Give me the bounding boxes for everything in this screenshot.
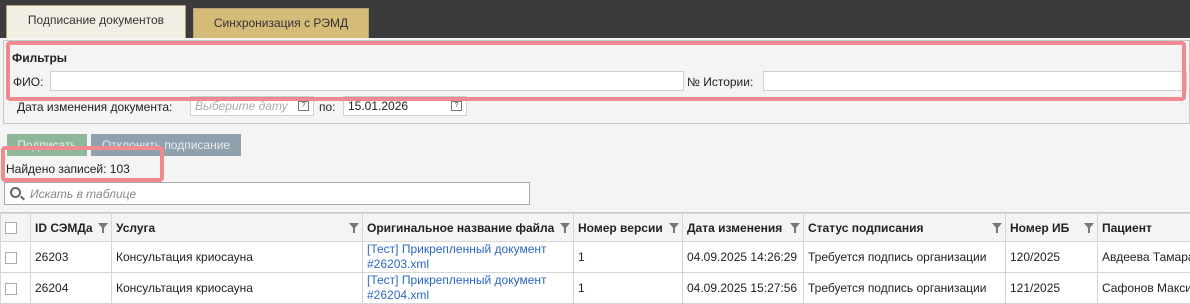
- table-row[interactable]: 26203 Консультация криосауна [Тест] Прик…: [1, 242, 1190, 273]
- main-panel: Фильтры ФИО: № Истории: Дата изменения д…: [0, 38, 1190, 302]
- search-placeholder: Искать в таблице: [30, 187, 136, 201]
- select-all-cell[interactable]: [1, 214, 31, 242]
- filter-icon[interactable]: [1084, 223, 1094, 229]
- cell-doc: [Тест] Прикрепленный документ #26203.xml: [363, 242, 574, 273]
- cell-version: 1: [574, 273, 683, 304]
- column-header[interactable]: Номер версии: [574, 214, 683, 242]
- tab-document-signing[interactable]: Подписание документов: [6, 5, 186, 38]
- filter-icon[interactable]: [560, 223, 570, 229]
- table-search[interactable]: Искать в таблице: [4, 182, 530, 205]
- column-header[interactable]: Номер ИБ: [1006, 214, 1098, 242]
- column-header-label: Статус подписания: [808, 221, 924, 235]
- documents-table: ID СЭМДа Услуга Оригинальное название фа…: [0, 212, 1190, 302]
- cell-patient: Авдеева Тамара: [1098, 242, 1190, 273]
- cell-date: 04.09.2025 15:27:56: [683, 273, 804, 304]
- column-header-label: Пациент: [1102, 221, 1152, 235]
- column-header[interactable]: Услуга: [112, 214, 363, 242]
- document-link[interactable]: [Тест] Прикрепленный документ #26204.xml: [367, 273, 547, 302]
- cell-service: Консультация криосауна: [112, 273, 363, 304]
- search-icon: [10, 187, 21, 198]
- filter-icon[interactable]: [790, 223, 800, 229]
- cell-ib: 121/2025: [1006, 273, 1098, 304]
- top-bar: Подписание документов Синхронизация с РЭ…: [0, 0, 1190, 38]
- cell-status: Требуется подпись организации: [804, 273, 1006, 304]
- column-header-label: Дата изменения: [687, 221, 782, 235]
- row-checkbox[interactable]: [5, 283, 17, 295]
- cell-id: 26204: [31, 273, 112, 304]
- row-select-cell[interactable]: [1, 273, 31, 304]
- cell-date: 04.09.2025 14:26:29: [683, 242, 804, 273]
- cell-ib: 120/2025: [1006, 242, 1098, 273]
- cell-version: 1: [574, 242, 683, 273]
- filter-icon[interactable]: [349, 223, 359, 229]
- cell-doc: [Тест] Прикрепленный документ #26204.xml: [363, 273, 574, 304]
- column-header[interactable]: ID СЭМДа: [31, 214, 112, 242]
- cell-service: Консультация криосауна: [112, 242, 363, 273]
- filter-icon[interactable]: [669, 223, 679, 229]
- document-link[interactable]: [Тест] Прикрепленный документ #26203.xml: [367, 242, 547, 271]
- highlight-box: [1, 146, 164, 182]
- calendar-icon[interactable]: ?: [451, 101, 462, 111]
- highlight-box: [6, 41, 1186, 101]
- table-row[interactable]: 26204 Консультация криосауна [Тест] Прик…: [1, 273, 1190, 304]
- row-checkbox[interactable]: [5, 252, 17, 264]
- cell-status: Требуется подпись организации: [804, 242, 1006, 273]
- column-header-label: Оригинальное название файла: [367, 221, 554, 235]
- cell-id: 26203: [31, 242, 112, 273]
- column-header[interactable]: Пациент: [1098, 214, 1190, 242]
- column-header-label: Номер ИБ: [1010, 221, 1069, 235]
- column-header[interactable]: Дата изменения: [683, 214, 804, 242]
- date-to-label: по:: [319, 100, 336, 114]
- column-header-label: Номер версии: [578, 221, 663, 235]
- calendar-icon[interactable]: ?: [298, 101, 309, 111]
- date-label: Дата изменения документа:: [17, 100, 172, 114]
- tab-remd-sync[interactable]: Синхронизация с РЭМД: [193, 8, 369, 38]
- date-to-value: 15.01.2026: [348, 99, 408, 113]
- column-header-label: ID СЭМДа: [35, 221, 93, 235]
- column-header-label: Услуга: [116, 221, 155, 235]
- date-from-placeholder: Выберите дату: [195, 99, 288, 113]
- filter-icon[interactable]: [98, 223, 108, 229]
- cell-patient: Сафонов Максим: [1098, 273, 1190, 304]
- table-header-row: ID СЭМДа Услуга Оригинальное название фа…: [1, 214, 1190, 242]
- row-select-cell[interactable]: [1, 242, 31, 273]
- column-header[interactable]: Оригинальное название файла: [363, 214, 574, 242]
- select-all-checkbox[interactable]: [5, 222, 17, 234]
- filter-icon[interactable]: [992, 223, 1002, 229]
- column-header[interactable]: Статус подписания: [804, 214, 1006, 242]
